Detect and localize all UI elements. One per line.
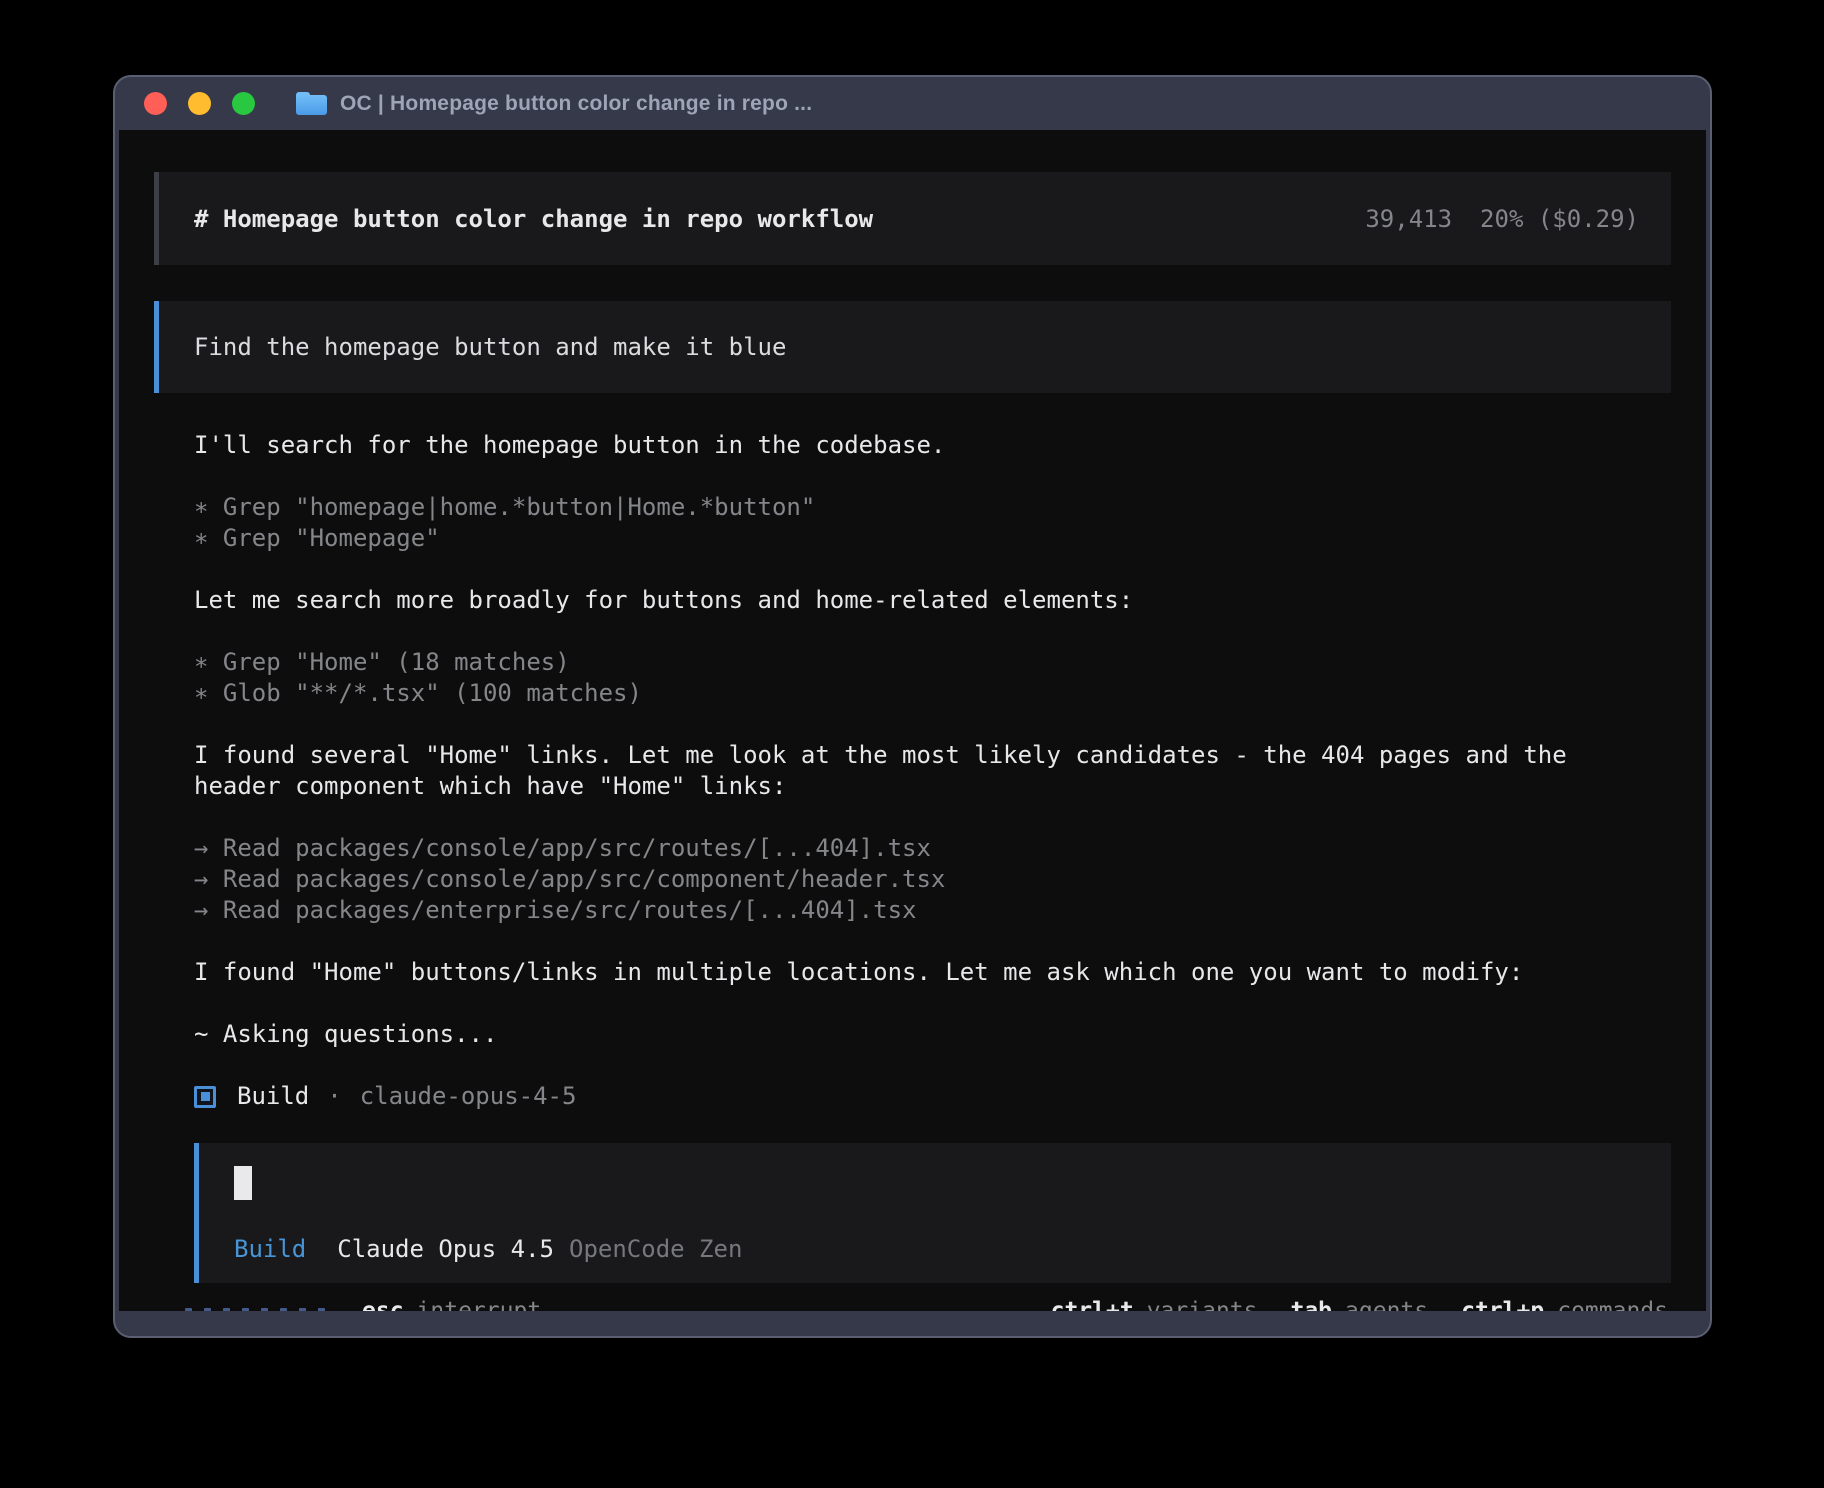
user-message-text: Find the homepage button and make it blu…: [194, 333, 786, 361]
agent-status-line: Build · claude-opus-4-5: [194, 1081, 1671, 1112]
context-cost: 20% ($0.29): [1480, 205, 1639, 233]
folder-icon: [296, 92, 327, 115]
shortcut-key: tab: [1290, 1298, 1332, 1311]
window-title: OC | Homepage button color change in rep…: [340, 92, 812, 116]
shortcut-variants: ctrl+t variants: [1051, 1298, 1258, 1311]
assistant-text: Let me search more broadly for buttons a…: [194, 585, 1671, 616]
prompt-input[interactable]: Build Claude Opus 4.5 OpenCode Zen: [194, 1143, 1671, 1283]
app-window: OC | Homepage button color change in rep…: [113, 75, 1712, 1338]
agent-name: Build: [237, 1081, 309, 1112]
assistant-text: header component which have "Home" links…: [194, 771, 1671, 802]
shortcut-label: agents: [1345, 1298, 1428, 1311]
provider-label: OpenCode Zen: [569, 1235, 742, 1263]
traffic-lights: [144, 92, 255, 115]
user-message: Find the homepage button and make it blu…: [154, 301, 1671, 393]
token-count: 39,413: [1365, 205, 1452, 233]
close-button[interactable]: [144, 92, 167, 115]
tool-call-read: → Read packages/console/app/src/componen…: [194, 864, 1671, 895]
tool-call-read: → Read packages/enterprise/src/routes/[.…: [194, 895, 1671, 926]
shortcut-interrupt: esc interrupt: [362, 1298, 541, 1311]
zoom-button[interactable]: [232, 92, 255, 115]
input-meta: Build Claude Opus 4.5 OpenCode Zen: [234, 1235, 1636, 1263]
session-title: # Homepage button color change in repo w…: [194, 205, 873, 233]
assistant-transcript: I'll search for the homepage button in t…: [154, 430, 1671, 1311]
shortcut-label: variants: [1147, 1298, 1258, 1311]
shortcut-label: commands: [1557, 1298, 1668, 1311]
model-selector[interactable]: Claude Opus 4.5: [337, 1235, 554, 1263]
session-header: # Homepage button color change in repo w…: [154, 172, 1671, 265]
assistant-text: I found several "Home" links. Let me loo…: [194, 740, 1671, 771]
shortcut-commands: ctrl+p commands: [1461, 1298, 1668, 1311]
shortcut-key: ctrl+t: [1051, 1298, 1134, 1311]
tool-call-grep: ∗ Grep "Homepage": [194, 523, 1671, 554]
assistant-text: I found "Home" buttons/links in multiple…: [194, 957, 1671, 988]
statusbar: esc interrupt ctrl+t variants tab agents…: [194, 1298, 1671, 1311]
shortcut-label: interrupt: [417, 1298, 542, 1311]
session-stats: 39,413 20% ($0.29): [1365, 205, 1639, 233]
shortcut-key: esc: [362, 1298, 404, 1311]
agent-build-icon: [194, 1086, 216, 1108]
mode-selector[interactable]: Build: [234, 1235, 306, 1263]
agent-model: claude-opus-4-5: [360, 1081, 577, 1112]
tool-call-grep: ∗ Grep "Home" (18 matches): [194, 647, 1671, 678]
titlebar: OC | Homepage button color change in rep…: [115, 77, 1710, 130]
terminal-content: # Homepage button color change in repo w…: [119, 130, 1706, 1311]
shortcut-key: ctrl+p: [1461, 1298, 1544, 1311]
shortcut-agents: tab agents: [1290, 1298, 1428, 1311]
text-cursor: [234, 1166, 252, 1200]
working-spinner-dots: [185, 1308, 325, 1312]
separator-dot: ·: [327, 1081, 341, 1112]
assistant-text: I'll search for the homepage button in t…: [194, 430, 1671, 461]
tool-call-read: → Read packages/console/app/src/routes/[…: [194, 833, 1671, 864]
tool-call-grep: ∗ Grep "homepage|home.*button|Home.*butt…: [194, 492, 1671, 523]
minimize-button[interactable]: [188, 92, 211, 115]
tool-call-glob: ∗ Glob "**/*.tsx" (100 matches): [194, 678, 1671, 709]
assistant-status-text: ~ Asking questions...: [194, 1019, 1671, 1050]
